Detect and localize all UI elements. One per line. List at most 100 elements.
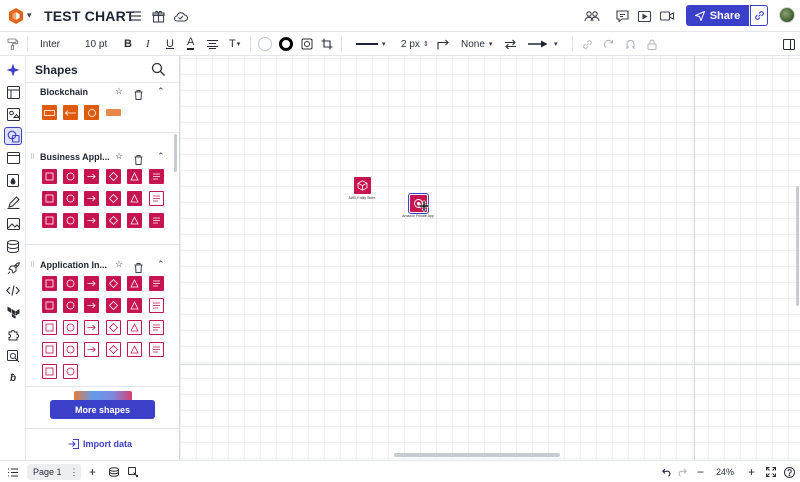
business-app-shape[interactable] bbox=[149, 191, 164, 206]
business-app-shape[interactable] bbox=[63, 169, 78, 184]
blockchain-shape-2[interactable] bbox=[63, 105, 78, 120]
zoom-level[interactable]: 24% bbox=[716, 466, 734, 478]
lucid-logo-icon[interactable] bbox=[7, 7, 25, 25]
shapes-icon[interactable] bbox=[4, 127, 22, 145]
star-icon[interactable]: ☆ bbox=[115, 259, 123, 270]
align-icon[interactable] bbox=[207, 36, 218, 52]
business-app-shape[interactable] bbox=[42, 213, 57, 228]
diagram-canvas[interactable]: AWS Entity Store Amazon Private App bbox=[180, 56, 800, 460]
more-options-icon[interactable]: ⋮ bbox=[70, 467, 79, 478]
page-list-icon[interactable] bbox=[8, 466, 18, 478]
font-size-select[interactable]: 10 pt bbox=[85, 36, 107, 52]
line-width-select[interactable]: 2 px ⇕ bbox=[401, 36, 429, 52]
application-integration-shape[interactable] bbox=[84, 276, 99, 291]
section-title-blockchain[interactable]: Blockchain bbox=[40, 87, 88, 97]
search-icon[interactable] bbox=[151, 62, 165, 81]
rocket-icon[interactable] bbox=[4, 259, 22, 277]
swap-endpoints-icon[interactable] bbox=[504, 36, 517, 52]
underline-button[interactable]: U bbox=[166, 36, 174, 52]
application-integration-shape[interactable] bbox=[106, 276, 121, 291]
canvas-vertical-scrollbar[interactable] bbox=[796, 186, 799, 306]
search-shapes-icon[interactable] bbox=[4, 347, 22, 365]
application-integration-shape[interactable] bbox=[127, 276, 142, 291]
integrations-icon[interactable] bbox=[4, 325, 22, 343]
canvas-horizontal-scrollbar[interactable] bbox=[394, 453, 560, 457]
panel-scrollbar[interactable] bbox=[174, 134, 177, 172]
chevron-up-icon[interactable]: ⌃ bbox=[157, 151, 165, 162]
import-data-button[interactable]: Import data bbox=[68, 439, 132, 449]
application-integration-shape[interactable] bbox=[149, 342, 164, 357]
application-integration-shape[interactable] bbox=[127, 320, 142, 335]
drag-handle-icon[interactable]: ⠿ bbox=[30, 261, 35, 269]
draw-icon[interactable] bbox=[4, 193, 22, 211]
blockchain-shape-4[interactable] bbox=[106, 109, 121, 116]
shape-style-icon[interactable] bbox=[301, 36, 313, 52]
panel-toggle-icon[interactable] bbox=[783, 36, 795, 52]
fill-color-button[interactable] bbox=[258, 36, 272, 52]
line-style-select[interactable]: ▾ bbox=[356, 36, 386, 52]
add-page-icon[interactable]: + bbox=[89, 465, 96, 479]
application-integration-shape[interactable] bbox=[106, 298, 121, 313]
link-disabled-icon[interactable] bbox=[582, 36, 593, 52]
business-app-shape[interactable] bbox=[84, 191, 99, 206]
pages-icon[interactable] bbox=[4, 83, 22, 101]
magnet-icon[interactable] bbox=[625, 36, 636, 52]
zoom-in-icon[interactable]: + bbox=[748, 465, 755, 479]
redo-icon[interactable] bbox=[677, 466, 687, 478]
application-integration-shape[interactable] bbox=[63, 320, 78, 335]
zoom-out-icon[interactable]: − bbox=[697, 465, 704, 479]
business-app-shape[interactable] bbox=[106, 213, 121, 228]
application-integration-shape[interactable] bbox=[63, 364, 78, 379]
application-integration-shape[interactable] bbox=[42, 364, 57, 379]
fit-screen-icon[interactable] bbox=[766, 466, 776, 478]
business-app-shape[interactable] bbox=[127, 191, 142, 206]
user-avatar[interactable] bbox=[779, 7, 795, 23]
data-icon[interactable] bbox=[4, 237, 22, 255]
chevron-up-icon[interactable]: ⌃ bbox=[157, 86, 165, 97]
ai-assistant-icon[interactable] bbox=[4, 61, 22, 79]
line-shape-icon[interactable] bbox=[437, 36, 449, 52]
star-icon[interactable]: ☆ bbox=[115, 86, 123, 97]
more-shapes-button[interactable]: More shapes bbox=[50, 400, 155, 419]
fill-drop-icon[interactable] bbox=[4, 171, 22, 189]
chevron-up-icon[interactable]: ⌃ bbox=[157, 259, 165, 270]
business-app-shape[interactable] bbox=[127, 169, 142, 184]
business-app-shape[interactable] bbox=[63, 213, 78, 228]
templates-icon[interactable] bbox=[4, 105, 22, 123]
application-integration-shape[interactable] bbox=[127, 298, 142, 313]
lock-icon[interactable] bbox=[647, 36, 657, 52]
application-integration-shape[interactable] bbox=[42, 320, 57, 335]
text-options-button[interactable]: T ▾ bbox=[229, 36, 240, 52]
end-endpoint-select[interactable]: ▾ bbox=[528, 36, 558, 52]
business-app-shape[interactable] bbox=[42, 191, 57, 206]
application-integration-shape[interactable] bbox=[106, 342, 121, 357]
trash-icon[interactable] bbox=[134, 87, 143, 105]
business-app-shape[interactable] bbox=[149, 169, 164, 184]
business-app-shape[interactable] bbox=[42, 169, 57, 184]
cloud-saved-icon[interactable] bbox=[172, 8, 188, 24]
application-integration-shape[interactable] bbox=[127, 342, 142, 357]
text-color-button[interactable]: A bbox=[187, 36, 195, 50]
business-app-shape[interactable] bbox=[84, 213, 99, 228]
application-integration-shape[interactable] bbox=[84, 320, 99, 335]
gift-icon[interactable] bbox=[150, 8, 166, 24]
blockchain-shape-3[interactable] bbox=[84, 105, 99, 120]
undo-icon[interactable] bbox=[662, 466, 672, 478]
section-title-business-applications[interactable]: Business Appl... bbox=[40, 152, 110, 162]
line-color-button[interactable] bbox=[279, 36, 293, 52]
page-settings-icon[interactable] bbox=[128, 466, 138, 478]
application-integration-shape[interactable] bbox=[42, 276, 57, 291]
present-icon[interactable] bbox=[636, 8, 652, 24]
application-integration-shape[interactable] bbox=[84, 298, 99, 313]
terraform-icon[interactable] bbox=[4, 303, 22, 321]
collaborators-icon[interactable] bbox=[584, 8, 600, 24]
share-button[interactable]: Share bbox=[686, 5, 749, 26]
application-integration-shape[interactable] bbox=[42, 342, 57, 357]
code-icon[interactable] bbox=[4, 281, 22, 299]
application-integration-shape[interactable] bbox=[149, 276, 164, 291]
application-integration-shape[interactable] bbox=[63, 276, 78, 291]
font-family-select[interactable]: Inter bbox=[40, 36, 60, 52]
menu-icon[interactable] bbox=[127, 8, 143, 24]
business-app-shape[interactable] bbox=[106, 169, 121, 184]
comment-icon[interactable] bbox=[614, 8, 630, 24]
